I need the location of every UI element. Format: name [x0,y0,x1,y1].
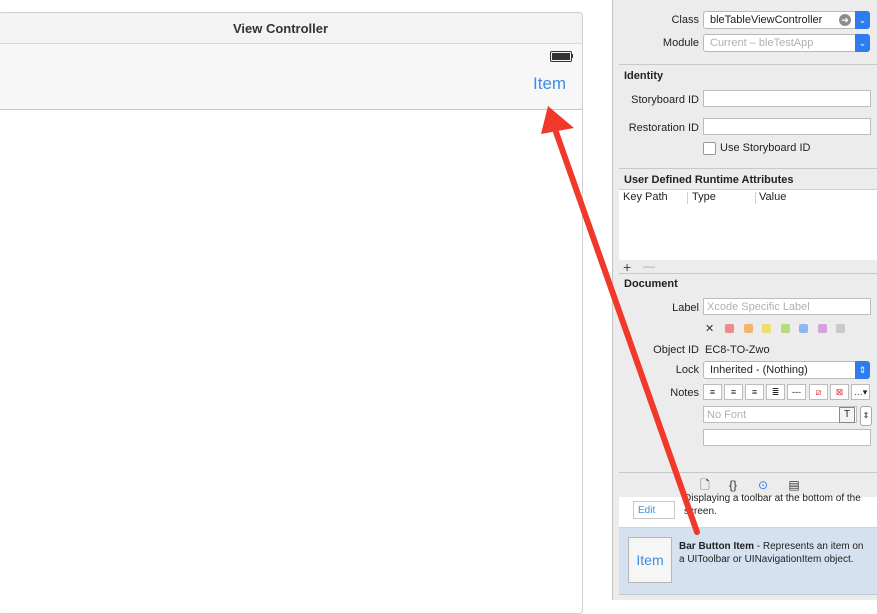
object-library-tab[interactable]: ⊙ [755,477,771,493]
label-color-swatch[interactable] [817,324,827,333]
remove-attribute-button[interactable]: — [643,259,655,273]
align-center-icon[interactable]: ≡ [724,384,743,400]
label-color-swatch[interactable] [836,324,845,333]
object-id-value: EC8-TO-Zwo [705,344,770,356]
object-id-label: Object ID [653,344,699,356]
label-color-swatch[interactable] [762,324,771,333]
background-color-icon[interactable]: ⊠ [830,384,849,400]
class-field[interactable]: bleTableViewController ➜ [703,11,857,29]
font-placeholder: No Font [707,409,747,421]
media-library-tab[interactable]: ▤ [786,477,802,493]
align-justify-icon[interactable]: ≣ [766,384,785,400]
toolbar-item-icon: Edit [633,501,675,519]
class-label: Class [671,14,699,26]
font-size-stepper[interactable]: ⇕ [860,406,872,426]
bar-button-item-name: Bar Button Item [679,541,754,552]
use-storyboard-id-label: Use Storyboard ID [720,142,811,154]
restoration-id-input[interactable] [703,118,871,135]
runtime-attributes-title: User Defined Runtime Attributes [624,174,794,186]
text-color-icon[interactable]: ⧄ [809,384,828,400]
divider [619,168,877,169]
label-color-swatch[interactable] [780,324,790,333]
xcode-label-placeholder: Xcode Specific Label [707,301,810,313]
column-separator [755,192,756,204]
label-color-swatch[interactable] [799,324,808,333]
storyboard-id-label: Storyboard ID [631,94,699,106]
restoration-id-label: Restoration ID [628,122,699,134]
bar-button-item-description: Bar Button Item - Represents an item on … [679,540,869,566]
inspector-panel: Class bleTableViewController ➜ ⌄ Module … [612,0,877,600]
column-separator [687,192,688,204]
storyboard-canvas: View Controller Item [0,0,612,614]
module-value: Current – bleTestApp [710,37,814,49]
label-label: Label [672,302,699,314]
module-dropdown-button[interactable]: ⌄ [855,34,870,52]
bar-button-item-icon: Item [628,537,672,583]
align-right-icon[interactable]: ≡ [745,384,764,400]
more-options-icon[interactable]: …▾ [851,384,870,400]
notes-label: Notes [670,387,699,399]
battery-fill [552,53,570,60]
module-field[interactable]: Current – bleTestApp [703,34,857,52]
align-left-icon[interactable]: ≡ [703,384,722,400]
toolbar-item-description: Displaying a toolbar at the bottom of th… [684,493,861,517]
scene-title-bar[interactable]: View Controller [0,13,582,44]
runtime-attributes-table[interactable] [619,206,877,260]
column-key-path[interactable]: Key Path [623,191,668,203]
document-section-title: Document [624,278,678,290]
class-value: bleTableViewController [710,14,823,26]
bar-button-item[interactable]: Item [533,74,566,94]
battery-tip [571,54,573,58]
column-type[interactable]: Type [692,191,716,203]
lock-value: Inherited - (Nothing) [710,364,808,376]
label-color-swatch[interactable] [725,324,734,333]
label-color-swatch[interactable] [743,324,753,333]
library-item-toolbar[interactable]: Edit Displaying a toolbar at the bottom … [619,493,877,528]
lock-popup[interactable]: Inherited - (Nothing) [703,361,857,379]
divider [619,273,877,274]
runtime-attributes-header: Key Path Type Value [619,189,877,207]
align-natural-icon[interactable]: --- [787,384,806,400]
column-value[interactable]: Value [759,191,786,203]
identity-section-title: Identity [624,70,664,82]
view-controller-scene[interactable]: View Controller Item [0,12,583,614]
library-item-bar-button-item[interactable]: Item Bar Button Item - Represents an ite… [619,528,877,595]
scene-title: View Controller [232,21,329,36]
divider [619,64,877,65]
xcode-label-input[interactable]: Xcode Specific Label [703,298,871,315]
font-picker-icon[interactable]: T [839,407,855,423]
battery-icon [550,51,572,62]
module-label: Module [662,37,699,49]
use-storyboard-id-checkbox[interactable] [703,142,716,155]
go-to-class-icon[interactable]: ➜ [839,14,851,26]
lock-label: Lock [675,364,699,376]
font-field[interactable]: No Font [703,406,857,423]
navigation-bar[interactable]: Item [0,44,582,110]
notes-text-field[interactable] [703,429,871,446]
clear-label-color-icon[interactable]: ✕ [705,322,714,335]
class-dropdown-button[interactable]: ⌄ [855,11,870,29]
code-snippet-library-tab[interactable]: {} [725,477,741,493]
lock-dropdown-button[interactable]: ⇕ [855,361,870,379]
file-template-library-tab[interactable]: 🗋 [697,477,713,493]
storyboard-id-input[interactable] [703,90,871,107]
